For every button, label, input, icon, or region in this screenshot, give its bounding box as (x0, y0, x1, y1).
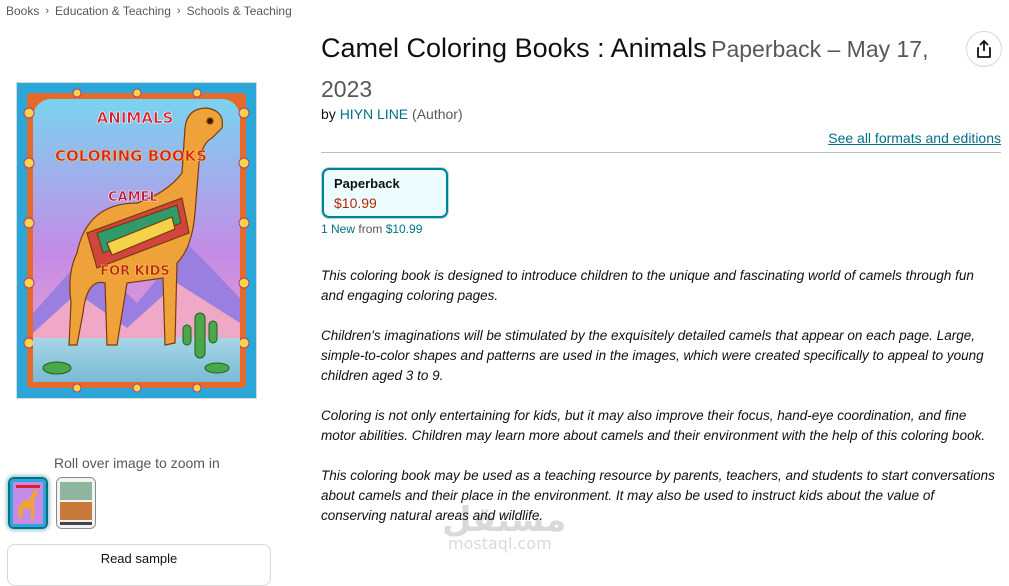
cover-title-coloring-books: COLORING BOOKS (55, 147, 207, 165)
product-title-block: Camel Coloring Books : Animals Paperback… (321, 30, 971, 111)
description-paragraph: Children's imaginations will be stimulat… (321, 328, 984, 383)
cover-title-camel: CAMEL (108, 190, 158, 205)
cover-title-for-kids: FOR KIDS (100, 264, 170, 279)
cover-title-animals: ANIMALS (97, 109, 174, 127)
author-line: by HIYN LINE (Author) (321, 106, 463, 122)
breadcrumb: Books › Education & Teaching › Schools &… (6, 4, 292, 18)
thumbnail-interior-page[interactable] (56, 477, 96, 529)
by-label: by (321, 106, 336, 122)
breadcrumb-schools-teaching[interactable]: Schools & Teaching (187, 4, 292, 18)
breadcrumb-education-teaching[interactable]: Education & Teaching (55, 4, 171, 18)
share-icon (977, 40, 991, 58)
breadcrumb-books[interactable]: Books (6, 4, 39, 18)
author-link[interactable]: HIYN LINE (340, 106, 408, 122)
format-price: $10.99 (334, 195, 377, 211)
new-from-label: from (358, 222, 383, 236)
description-paragraph: This coloring book is designed to introd… (321, 268, 974, 303)
chevron-right-icon: › (45, 5, 50, 17)
thumbnail-strip (8, 477, 96, 529)
author-role: (Author) (412, 106, 463, 122)
cover-illustration: ANIMALS COLORING BOOKS CAMEL FOR KIDS (17, 83, 256, 398)
format-name: Paperback (334, 176, 400, 191)
see-all-formats-link[interactable]: See all formats and editions (828, 130, 1001, 146)
new-offers-link[interactable]: 1 New (321, 222, 355, 236)
description-paragraph: Coloring is not only entertaining for ki… (321, 408, 986, 443)
book-cover-image[interactable]: ANIMALS COLORING BOOKS CAMEL FOR KIDS (16, 82, 257, 399)
section-divider (321, 152, 1001, 153)
description-paragraph: This coloring book may be used as a teac… (321, 468, 995, 523)
format-option-paperback[interactable]: Paperback $10.99 (322, 168, 448, 218)
product-title: Camel Coloring Books : Animals (321, 33, 707, 63)
book-description: This coloring book is designed to introd… (321, 266, 996, 546)
share-button[interactable] (966, 31, 1002, 67)
thumbnail-cover[interactable] (8, 477, 48, 529)
new-offers: 1 New from $10.99 (321, 222, 422, 236)
chevron-right-icon: › (176, 5, 181, 17)
read-sample-button[interactable]: Read sample (7, 544, 271, 586)
zoom-hint: Roll over image to zoom in (54, 455, 220, 471)
new-from-price: $10.99 (385, 222, 423, 236)
